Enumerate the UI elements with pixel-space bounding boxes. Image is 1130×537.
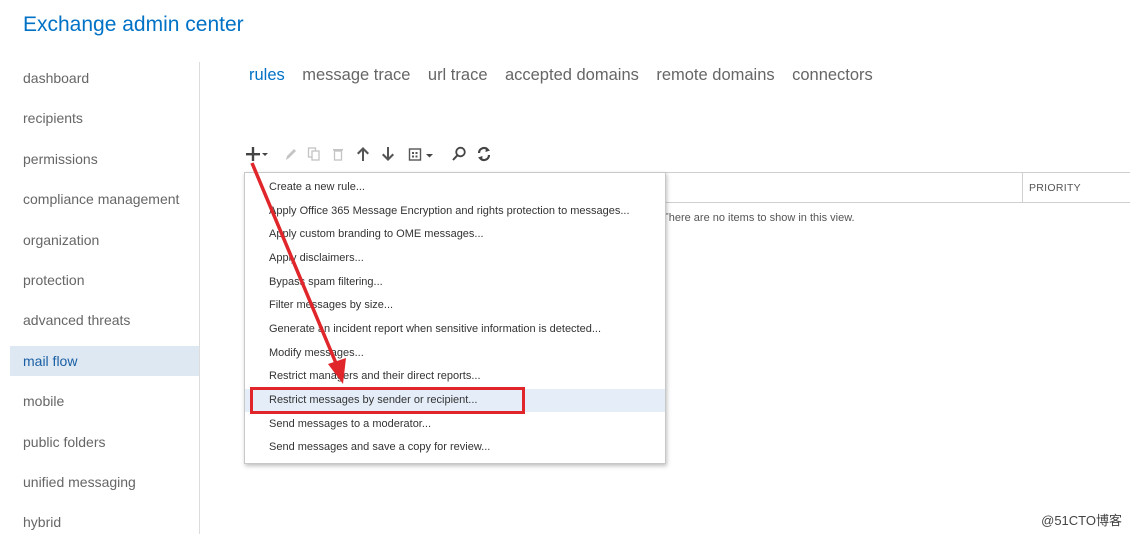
sidebar-item-dashboard[interactable]: dashboard — [10, 63, 199, 93]
tab-remote-domains[interactable]: remote domains — [656, 66, 774, 85]
move-up-button[interactable] — [356, 143, 370, 165]
sidebar-item-mobile[interactable]: mobile — [10, 386, 199, 416]
sidebar-item-mail-flow[interactable]: mail flow — [10, 346, 199, 376]
copy-button[interactable] — [307, 143, 321, 165]
app-title: Exchange admin center — [23, 13, 244, 36]
arrow-down-icon — [382, 147, 394, 161]
search-icon — [452, 146, 466, 161]
copy-icon — [307, 147, 320, 161]
tab-bar: rules message trace url trace accepted d… — [249, 66, 886, 88]
menu-item-send-to-moderator[interactable]: Send messages to a moderator... — [245, 413, 665, 436]
edit-button[interactable] — [284, 143, 298, 165]
refresh-icon — [477, 146, 491, 162]
menu-item-filter-by-size[interactable]: Filter messages by size... — [245, 294, 665, 317]
new-rule-dropdown-button[interactable] — [261, 143, 269, 165]
menu-item-bypass-spam-filtering[interactable]: Bypass spam filtering... — [245, 271, 665, 294]
move-down-button[interactable] — [381, 143, 395, 165]
menu-item-create-new-rule[interactable]: Create a new rule... — [245, 176, 665, 199]
tab-url-trace[interactable]: url trace — [428, 66, 488, 85]
sidebar-item-hybrid[interactable]: hybrid — [10, 507, 199, 537]
watermark: @51CTO博客 — [1041, 513, 1122, 528]
arrow-up-icon — [357, 147, 369, 161]
sidebar-item-public-folders[interactable]: public folders — [10, 427, 199, 457]
sidebar-item-advanced-threats[interactable]: advanced threats — [10, 305, 199, 335]
menu-item-apply-custom-branding[interactable]: Apply custom branding to OME messages... — [245, 223, 665, 246]
sidebar-item-compliance-management[interactable]: compliance management — [10, 184, 199, 214]
menu-item-apply-disclaimers[interactable]: Apply disclaimers... — [245, 247, 665, 270]
sidebar-divider — [199, 62, 200, 534]
column-header-priority[interactable]: PRIORITY — [1029, 182, 1081, 194]
column-divider — [1022, 173, 1023, 202]
sidebar-nav: dashboard recipients permissions complia… — [0, 58, 200, 534]
menu-item-send-and-save-copy[interactable]: Send messages and save a copy for review… — [245, 436, 665, 459]
menu-item-modify-messages[interactable]: Modify messages... — [245, 342, 665, 365]
tab-rules[interactable]: rules — [249, 66, 285, 85]
plus-icon — [246, 147, 260, 161]
sidebar-item-protection[interactable]: protection — [10, 265, 199, 295]
delete-button[interactable] — [332, 143, 344, 165]
new-rule-button[interactable] — [246, 143, 260, 165]
pencil-icon — [286, 149, 296, 160]
export-button[interactable] — [408, 143, 434, 165]
refresh-button[interactable] — [476, 143, 492, 165]
menu-item-apply-ome-encryption[interactable]: Apply Office 365 Message Encryption and … — [245, 200, 665, 223]
sidebar-item-recipients[interactable]: recipients — [10, 103, 199, 133]
search-button[interactable] — [451, 143, 467, 165]
tab-connectors[interactable]: connectors — [792, 66, 873, 85]
tab-accepted-domains[interactable]: accepted domains — [505, 66, 639, 85]
sidebar-item-unified-messaging[interactable]: unified messaging — [10, 467, 199, 497]
annotation-highlight-box — [250, 387, 525, 414]
new-rule-dropdown-menu: Create a new rule... Apply Office 365 Me… — [244, 172, 666, 464]
menu-item-generate-incident-report[interactable]: Generate an incident report when sensiti… — [245, 318, 665, 341]
tab-message-trace[interactable]: message trace — [302, 66, 410, 85]
empty-table-message: There are no items to show in this view. — [662, 212, 855, 224]
trash-icon — [333, 149, 343, 161]
chevron-down-icon — [262, 153, 268, 156]
sidebar-item-organization[interactable]: organization — [10, 225, 199, 255]
sidebar-item-permissions[interactable]: permissions — [10, 144, 199, 174]
menu-item-restrict-managers[interactable]: Restrict managers and their direct repor… — [245, 365, 665, 388]
export-icon — [408, 148, 433, 161]
